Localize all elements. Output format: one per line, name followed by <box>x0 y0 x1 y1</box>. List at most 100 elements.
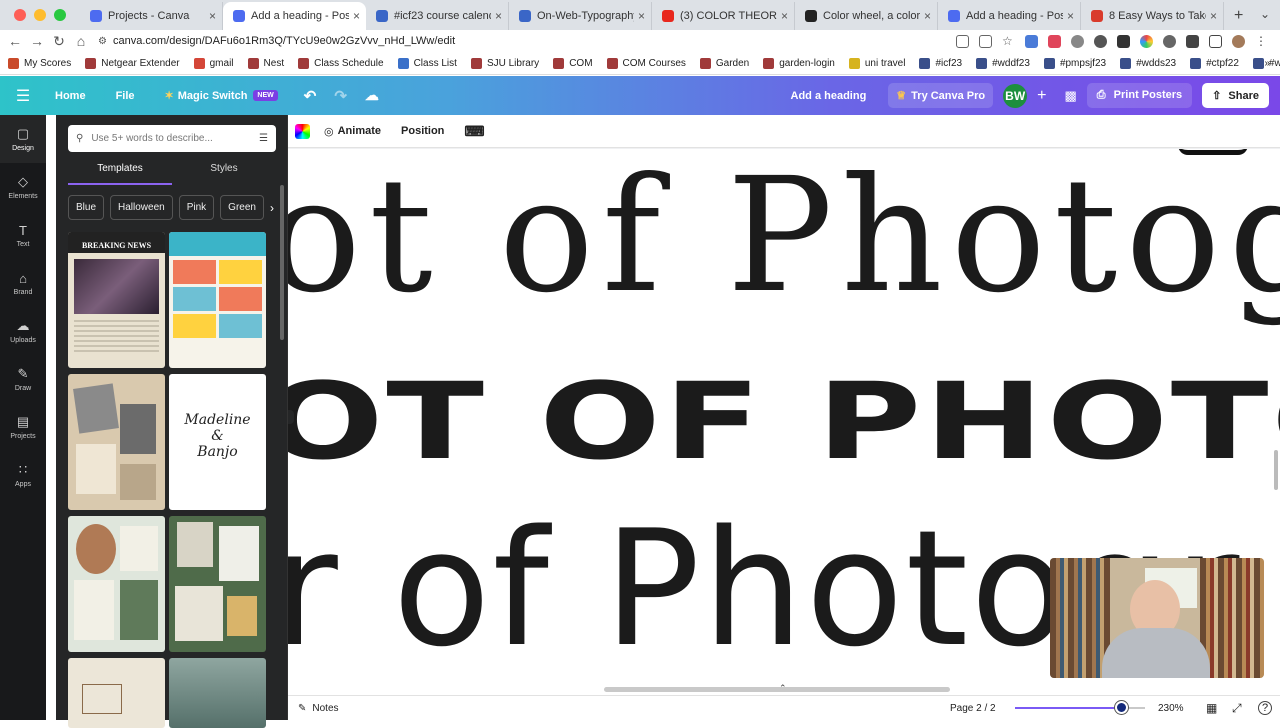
menu-icon[interactable]: ☰ <box>0 86 46 106</box>
browser-menu-icon[interactable]: ⋮ <box>1255 34 1268 48</box>
bookmark-item[interactable]: Garden <box>699 57 749 69</box>
paint-roller-icon[interactable]: ⌨ <box>464 123 484 140</box>
add-collaborator-icon[interactable]: + <box>1037 87 1046 105</box>
bookmark-item[interactable]: gmail <box>193 57 234 69</box>
animate-button[interactable]: ◎ Animate <box>324 125 381 138</box>
browser-tab[interactable]: (3) COLOR THEORY BASI × <box>652 2 795 30</box>
bookmark-item[interactable]: Netgear Extender <box>85 57 180 69</box>
rail-item-uploads[interactable]: ☁ Uploads <box>0 307 46 355</box>
template-wedding-madeline[interactable]: Madeline & Banjo <box>169 374 266 510</box>
side-panel-icon[interactable] <box>1209 34 1222 48</box>
tab-search-chevron-icon[interactable]: ⌄ <box>1260 7 1270 21</box>
tab-close-icon[interactable]: × <box>924 9 931 23</box>
bookmark-star-icon[interactable]: ☆ <box>1002 34 1015 48</box>
zoom-slider-handle[interactable] <box>1114 701 1128 714</box>
rail-item-elements[interactable]: ◇ Elements <box>0 163 46 211</box>
position-button[interactable]: Position <box>401 125 444 137</box>
fullscreen-icon[interactable]: ⤢ <box>1232 701 1242 716</box>
tab-close-icon[interactable]: × <box>353 9 360 23</box>
bookmark-item[interactable]: Class List <box>397 57 457 69</box>
bookmark-item[interactable]: COM Courses <box>606 57 686 69</box>
reload-icon[interactable]: ↻ <box>48 33 70 50</box>
bookmark-item[interactable]: #pmpsjf23 <box>1043 57 1106 69</box>
tab-close-icon[interactable]: × <box>495 9 502 23</box>
template-simple-habits[interactable] <box>169 232 266 368</box>
pocket-icon[interactable] <box>1048 34 1061 48</box>
home-button[interactable]: Home <box>46 90 95 102</box>
extension-icon-1[interactable] <box>1025 34 1038 48</box>
forward-icon[interactable]: → <box>26 33 48 49</box>
canvas-horizontal-scrollbar[interactable] <box>604 687 950 692</box>
notes-button[interactable]: ✎ Notes <box>298 703 339 714</box>
tab-close-icon[interactable]: × <box>209 9 216 23</box>
insights-chart-icon[interactable]: ▩ <box>1065 88 1077 104</box>
rail-item-brand[interactable]: ⌂ Brand <box>0 259 46 307</box>
browser-tab[interactable]: Add a heading - Poster (U × <box>223 2 366 30</box>
print-posters-button[interactable]: ⎙ Print Posters <box>1086 83 1193 108</box>
share-button[interactable]: ⇧ Share <box>1202 83 1269 108</box>
canvas-vertical-scrollbar[interactable] <box>1274 450 1278 490</box>
rail-item-design[interactable]: ▢ Design <box>0 115 46 163</box>
tab-close-icon[interactable]: × <box>1210 9 1217 23</box>
minimize-window-button[interactable] <box>34 9 46 21</box>
color-picker-extension-icon[interactable] <box>1140 34 1153 48</box>
browser-tab[interactable]: #icf23 course calendar » × <box>366 2 509 30</box>
redo-icon[interactable]: ↷ <box>325 87 356 105</box>
bookmark-item[interactable]: #icf23 <box>919 57 962 69</box>
bookmark-item[interactable]: #wddf23 <box>976 57 1030 69</box>
tab-styles[interactable]: Styles <box>172 163 276 185</box>
user-avatar[interactable]: BW <box>1003 83 1028 108</box>
template-about-me-green[interactable] <box>68 516 165 652</box>
bookmark-item[interactable]: COM <box>553 57 593 69</box>
keyword-chip[interactable]: Pink <box>178 195 215 220</box>
template-about-me-dark-green[interactable] <box>169 516 266 652</box>
tab-close-icon[interactable]: × <box>638 9 645 23</box>
bookmark-item[interactable]: My Scores <box>8 57 71 69</box>
bookmark-item[interactable]: #wdds23 <box>1120 57 1176 69</box>
page-indicator[interactable]: Page 2 / 2 <box>950 703 996 714</box>
keyword-chip[interactable]: Halloween <box>110 195 173 220</box>
zoom-level[interactable]: 230% <box>1158 703 1184 714</box>
heading-bold-caps-text[interactable]: OT OF PHOTO <box>288 369 1280 475</box>
file-menu-button[interactable]: File <box>107 90 144 102</box>
bookmark-item[interactable]: uni travel <box>848 57 905 69</box>
tab-templates[interactable]: Templates <box>68 163 172 185</box>
browser-tab[interactable]: On-Web-Typography.pdf × <box>509 2 652 30</box>
rail-item-text[interactable]: T Text <box>0 211 46 259</box>
undo-icon[interactable]: ↶ <box>295 87 326 105</box>
rail-item-draw[interactable]: ✎ Draw <box>0 355 46 403</box>
filter-icon[interactable]: ☰ <box>259 133 268 144</box>
extension-icon-3[interactable] <box>1094 34 1107 48</box>
chips-next-chevron-icon[interactable]: › <box>270 201 274 215</box>
browser-tab[interactable]: 8 Easy Ways to Take Scre × <box>1081 2 1224 30</box>
template-breaking-news[interactable]: BREAKING NEWS <box>68 232 165 368</box>
panel-scrollbar[interactable] <box>280 185 284 340</box>
back-icon[interactable]: ← <box>4 33 26 49</box>
magic-switch-button[interactable]: ✶ Magic Switch NEW <box>156 89 287 102</box>
cloud-save-icon[interactable]: ☁ <box>356 87 388 104</box>
browser-tab[interactable]: Projects - Canva × <box>80 2 223 30</box>
try-canva-pro-button[interactable]: ♕ Try Canva Pro <box>888 83 994 108</box>
install-icon[interactable] <box>956 34 969 48</box>
template-business-goals[interactable] <box>68 658 165 728</box>
url-field[interactable]: ⚙ canva.com/design/DAFu6o1Rm3Q/TYcU9e0w2… <box>98 31 956 51</box>
bookmark-item[interactable]: Nest <box>247 57 284 69</box>
keyword-chip[interactable]: Green <box>220 195 264 220</box>
design-title[interactable]: Add a heading <box>791 90 867 102</box>
collapse-panel-handle[interactable] <box>288 410 294 424</box>
template-hi-im-laura[interactable] <box>68 374 165 510</box>
browser-tab[interactable]: Color wheel, a color palett × <box>795 2 938 30</box>
template-search-field[interactable]: ⚲ Use 5+ words to describe... ☰ <box>68 125 276 152</box>
tab-close-icon[interactable]: × <box>1067 9 1074 23</box>
extension-icon-5[interactable] <box>1163 34 1176 48</box>
expand-pages-chevron-icon[interactable]: ⌃ <box>779 683 787 694</box>
tab-close-icon[interactable]: × <box>781 9 788 23</box>
bookmarks-overflow-icon[interactable]: » <box>1264 58 1270 69</box>
home-icon[interactable]: ⌂ <box>70 33 92 49</box>
bookmark-item[interactable]: Class Schedule <box>298 57 384 69</box>
profile-avatar[interactable] <box>1232 34 1245 48</box>
maximize-window-button[interactable] <box>54 9 66 21</box>
extension-icon-2[interactable] <box>1071 34 1084 48</box>
keyword-chip[interactable]: Blue <box>68 195 105 220</box>
grid-view-icon[interactable]: ▦ <box>1206 701 1217 715</box>
